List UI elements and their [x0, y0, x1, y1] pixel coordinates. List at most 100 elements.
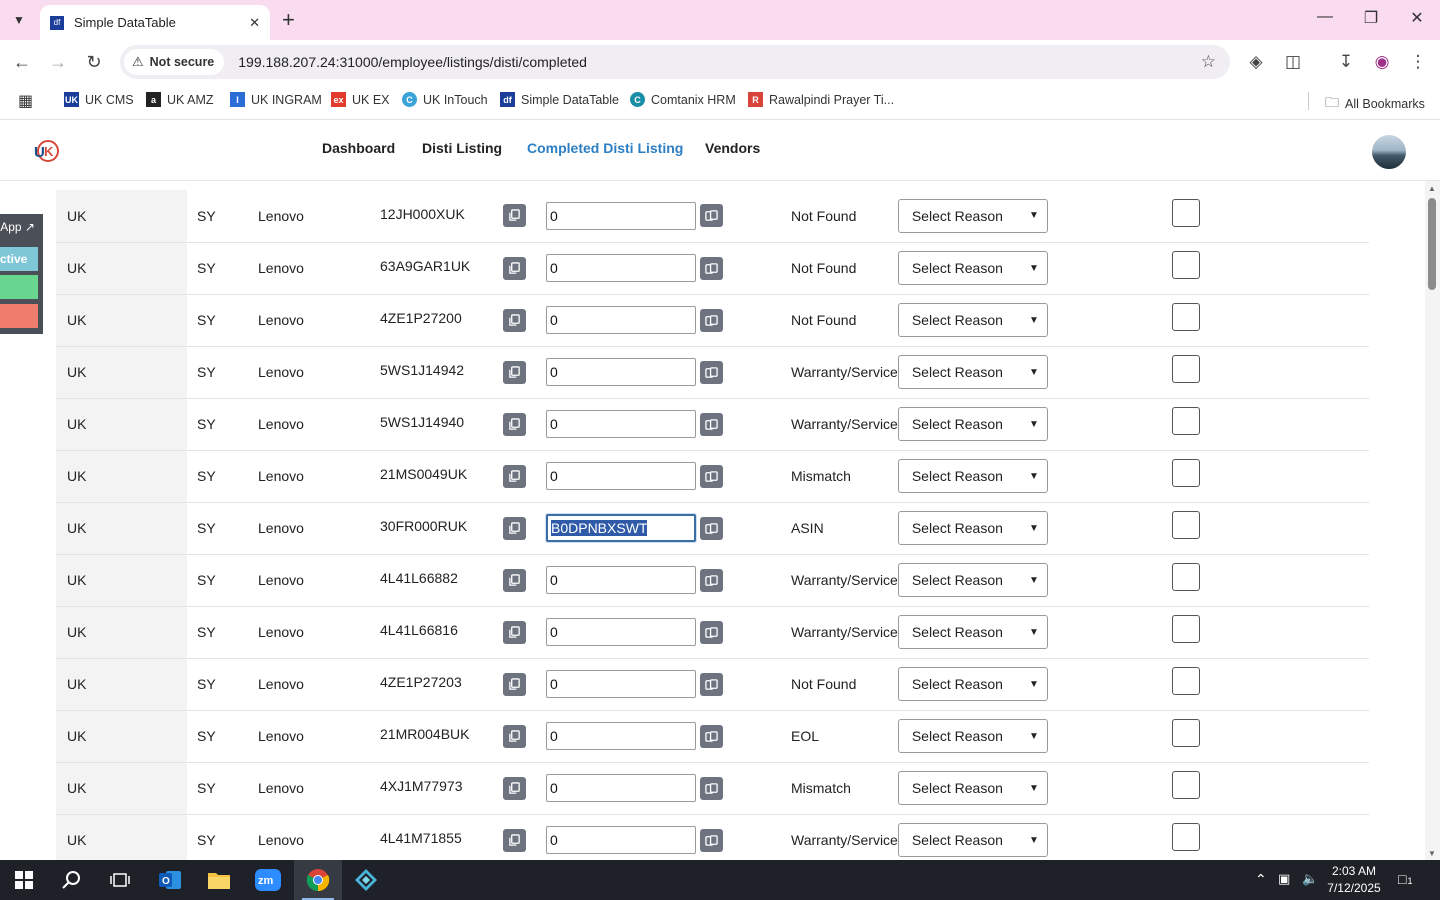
- scrollbar-thumb[interactable]: [1428, 198, 1436, 290]
- row-checkbox[interactable]: [1171, 459, 1200, 487]
- outlook-icon[interactable]: O: [146, 860, 194, 900]
- reason-select[interactable]: Select Reason ▼: [897, 355, 1048, 389]
- value-input[interactable]: 0: [546, 201, 696, 230]
- apps-grid-icon[interactable]: ▦: [18, 91, 33, 111]
- all-bookmarks[interactable]: 🗀 All Bookmarks: [1325, 92, 1425, 116]
- paste-icon[interactable]: [700, 620, 723, 644]
- task-view-icon[interactable]: [96, 860, 144, 900]
- row-checkbox[interactable]: [1171, 407, 1200, 435]
- nav-completed-disti-listing[interactable]: Completed Disti Listing: [527, 140, 683, 156]
- copy-icon[interactable]: [503, 308, 526, 332]
- nav-disti-listing[interactable]: Disti Listing: [422, 140, 502, 156]
- download-icon[interactable]: ↧: [1334, 52, 1358, 72]
- tab-close-icon[interactable]: ✕: [249, 15, 260, 31]
- side-active-button[interactable]: ctive: [0, 247, 38, 271]
- bookmark-uk-cms[interactable]: UK UK CMS: [64, 92, 134, 107]
- paste-icon[interactable]: [700, 412, 723, 436]
- reason-select[interactable]: Select Reason ▼: [897, 511, 1048, 545]
- zoom-icon[interactable]: zm: [244, 860, 292, 900]
- row-checkbox[interactable]: [1171, 303, 1200, 331]
- row-checkbox[interactable]: [1171, 511, 1200, 539]
- copy-icon[interactable]: [503, 672, 526, 696]
- new-tab-plus-icon[interactable]: +: [282, 8, 295, 32]
- value-input[interactable]: 0: [546, 722, 696, 750]
- bookmark-comtanix-hrm[interactable]: C Comtanix HRM: [630, 92, 736, 107]
- paste-icon[interactable]: [700, 724, 723, 748]
- value-input[interactable]: 0: [546, 306, 696, 334]
- bookmark-simple-datatable[interactable]: df Simple DataTable: [500, 92, 619, 107]
- nav-vendors[interactable]: Vendors: [705, 140, 760, 156]
- reason-select[interactable]: Select Reason ▼: [897, 719, 1048, 753]
- row-checkbox[interactable]: [1171, 823, 1200, 851]
- value-input[interactable]: B0DPNBXSWT: [546, 514, 696, 542]
- row-checkbox[interactable]: [1171, 771, 1200, 799]
- row-checkbox[interactable]: [1171, 667, 1200, 695]
- browser-tab-active[interactable]: df Simple DataTable ✕: [40, 5, 270, 40]
- reason-select[interactable]: Select Reason ▼: [897, 251, 1048, 285]
- paste-icon[interactable]: [700, 568, 723, 592]
- reason-select[interactable]: Select Reason ▼: [897, 667, 1048, 701]
- network-icon[interactable]: ▣: [1278, 871, 1290, 887]
- value-input[interactable]: 0: [546, 566, 696, 594]
- value-input[interactable]: 0: [546, 774, 696, 802]
- window-restore-icon[interactable]: ❐: [1348, 8, 1394, 28]
- scroll-up-arrow-icon[interactable]: ▲: [1428, 184, 1436, 193]
- tab-search-chevron-icon[interactable]: ▼: [6, 7, 32, 33]
- reason-select[interactable]: Select Reason ▼: [897, 771, 1048, 805]
- paste-icon[interactable]: [700, 776, 723, 800]
- bookmark-rawalpindi-prayer[interactable]: R Rawalpindi Prayer Ti...: [748, 92, 894, 107]
- more-vertical-icon[interactable]: ⋮: [1406, 52, 1430, 72]
- value-input[interactable]: 0: [546, 462, 696, 490]
- scroll-down-arrow-icon[interactable]: ▼: [1428, 849, 1436, 858]
- window-close-icon[interactable]: ✕: [1394, 8, 1440, 28]
- copy-icon[interactable]: [503, 516, 526, 540]
- row-checkbox[interactable]: [1171, 719, 1200, 747]
- tray-chevron-up-icon[interactable]: ⌃: [1255, 871, 1267, 888]
- row-checkbox[interactable]: [1171, 251, 1200, 279]
- reason-select[interactable]: Select Reason ▼: [897, 823, 1048, 857]
- value-input[interactable]: 0: [546, 254, 696, 282]
- url-text[interactable]: 199.188.207.24:31000/employee/listings/d…: [238, 54, 587, 70]
- value-input[interactable]: 0: [546, 358, 696, 386]
- value-input[interactable]: 0: [546, 410, 696, 438]
- reason-select[interactable]: Select Reason ▼: [897, 615, 1048, 649]
- search-icon[interactable]: [48, 860, 96, 900]
- reason-select[interactable]: Select Reason ▼: [897, 407, 1048, 441]
- bookmark-uk-intouch[interactable]: C UK InTouch: [402, 92, 488, 107]
- windows-start-icon[interactable]: [0, 860, 48, 900]
- forward-arrow-icon[interactable]: →: [46, 52, 70, 73]
- reload-icon[interactable]: ↻: [82, 52, 106, 73]
- back-arrow-icon[interactable]: ←: [10, 52, 34, 73]
- paste-icon[interactable]: [700, 360, 723, 384]
- side-green-button[interactable]: [0, 275, 38, 299]
- copy-icon[interactable]: [503, 724, 526, 748]
- translate-globe-icon[interactable]: ◈: [1244, 52, 1268, 72]
- row-checkbox[interactable]: [1171, 198, 1200, 227]
- side-app-link[interactable]: App ↗: [0, 220, 40, 238]
- copy-icon[interactable]: [503, 464, 526, 488]
- value-input[interactable]: 0: [546, 670, 696, 698]
- copy-icon[interactable]: [503, 828, 526, 852]
- copy-icon[interactable]: [503, 256, 526, 280]
- copy-icon[interactable]: [503, 360, 526, 384]
- row-checkbox[interactable]: [1171, 355, 1200, 383]
- row-checkbox[interactable]: [1171, 615, 1200, 643]
- reason-select[interactable]: Select Reason ▼: [897, 459, 1048, 493]
- user-avatar[interactable]: [1372, 135, 1406, 169]
- copy-icon[interactable]: [503, 204, 526, 228]
- paste-icon[interactable]: [700, 308, 723, 332]
- copy-icon[interactable]: [503, 412, 526, 436]
- profile-icon[interactable]: ◉: [1370, 52, 1394, 72]
- value-input[interactable]: 0: [546, 618, 696, 646]
- uk-logo-icon[interactable]: U K: [32, 137, 60, 165]
- side-red-button[interactable]: [0, 304, 38, 328]
- bookmark-star-icon[interactable]: ☆: [1201, 52, 1216, 72]
- app-diamond-icon[interactable]: [342, 860, 390, 900]
- copy-icon[interactable]: [503, 620, 526, 644]
- reason-select[interactable]: Select Reason ▼: [897, 303, 1048, 337]
- paste-icon[interactable]: [700, 828, 723, 852]
- nav-dashboard[interactable]: Dashboard: [322, 140, 395, 156]
- paste-icon[interactable]: [700, 256, 723, 280]
- notifications-icon[interactable]: □1: [1398, 871, 1412, 887]
- paste-icon[interactable]: [700, 204, 723, 228]
